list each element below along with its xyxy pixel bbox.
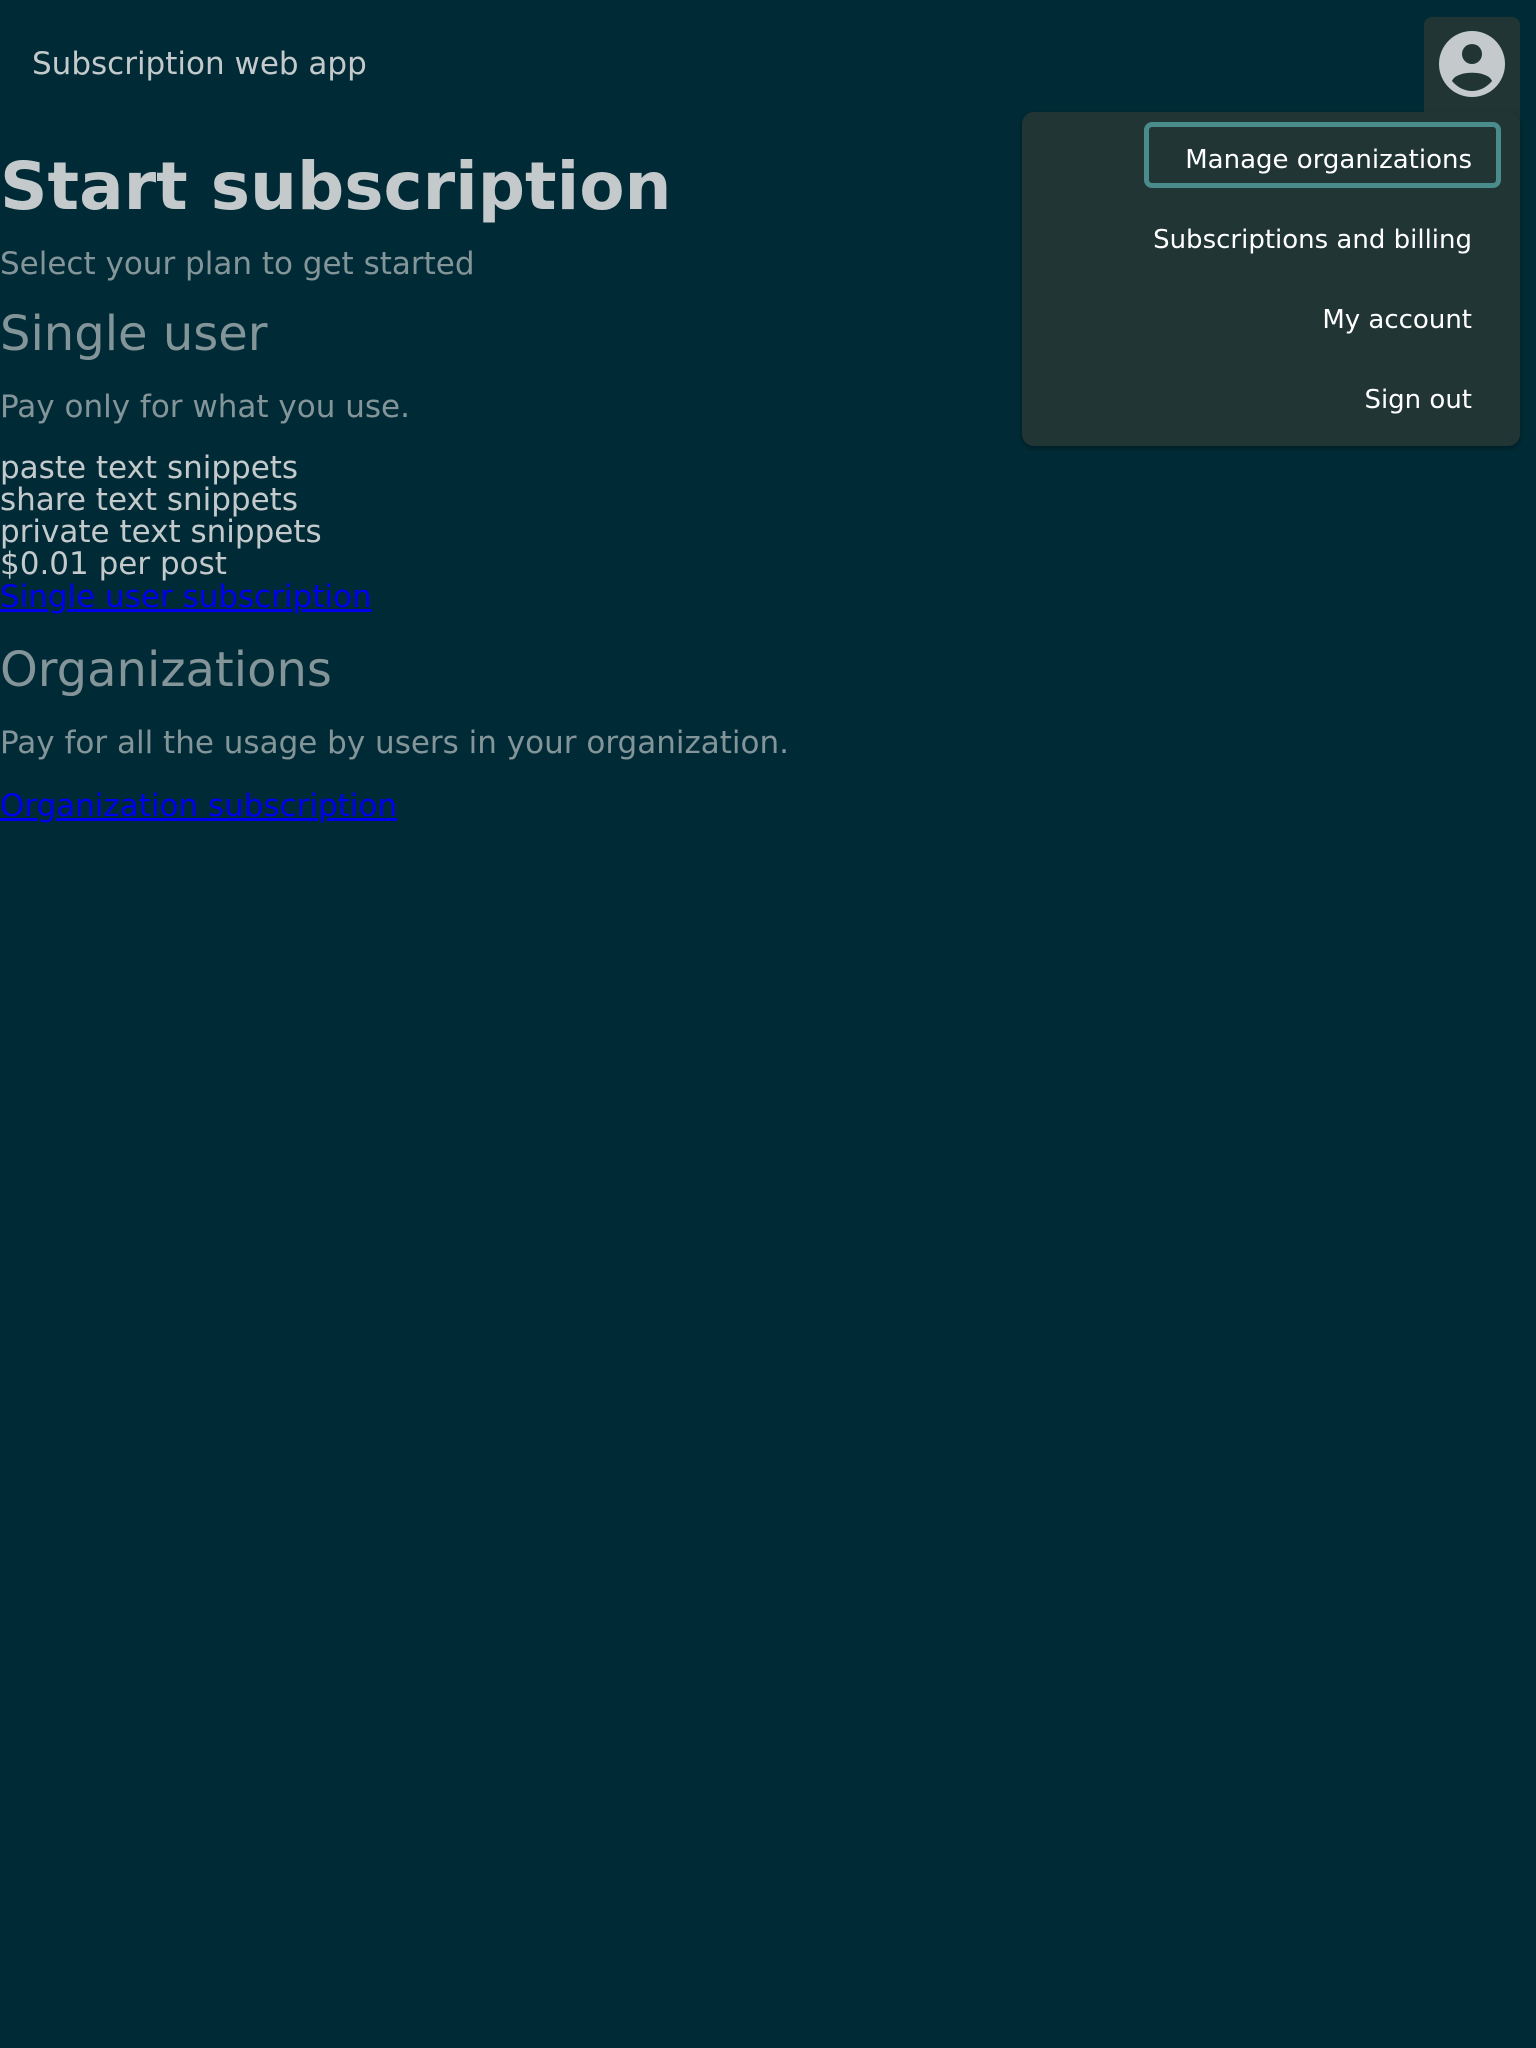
organization-subscription-link[interactable]: Organization subscription bbox=[0, 790, 397, 822]
feature-item: $0.01 per post bbox=[0, 546, 227, 582]
single-user-description: Pay only for what you use. bbox=[0, 389, 410, 425]
organizations-description: Pay for all the usage by users in your o… bbox=[0, 725, 789, 761]
page-subtitle: Select your plan to get started bbox=[0, 246, 475, 282]
menu-item-sign-out[interactable]: Sign out bbox=[1364, 383, 1472, 417]
menu-item-manage-organizations[interactable]: Manage organizations bbox=[1185, 143, 1472, 177]
single-user-features: paste text snippets share text snippets … bbox=[0, 452, 322, 580]
user-dropdown-menu: Manage organizations Subscriptions and b… bbox=[1022, 112, 1520, 446]
menu-item-my-account[interactable]: My account bbox=[1322, 303, 1472, 337]
page: Subscription web app Manage organization… bbox=[0, 0, 1536, 2048]
menu-item-subscriptions-and-billing[interactable]: Subscriptions and billing bbox=[1153, 223, 1472, 257]
feature-item: share text snippets bbox=[0, 482, 298, 518]
feature-item: private text snippets bbox=[0, 514, 322, 550]
single-user-subscription-link[interactable]: Single user subscription bbox=[0, 581, 372, 613]
app-title[interactable]: Subscription web app bbox=[32, 44, 367, 84]
feature-item: paste text snippets bbox=[0, 450, 299, 486]
account-circle-icon[interactable] bbox=[1439, 31, 1505, 97]
page-title: Start subscription bbox=[0, 148, 672, 225]
organizations-heading: Organizations bbox=[0, 642, 332, 698]
single-user-heading: Single user bbox=[0, 306, 268, 362]
